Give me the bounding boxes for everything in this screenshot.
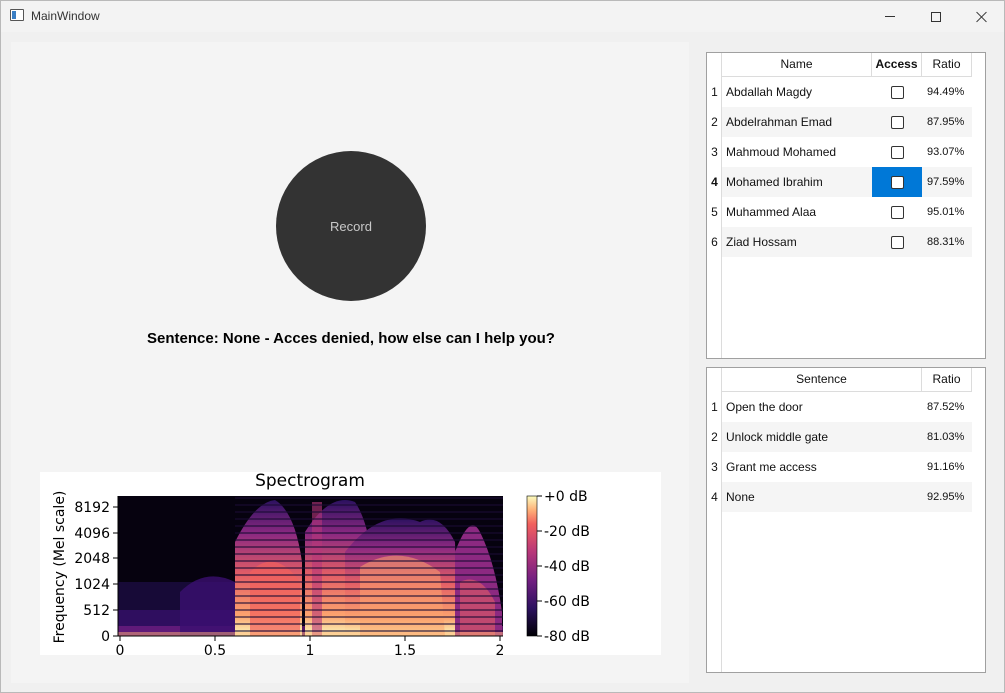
y-tick-label: 0	[101, 629, 110, 645]
title-bar[interactable]: MainWindow	[1, 1, 1004, 32]
access-cell[interactable]	[872, 107, 922, 137]
ratio-cell[interactable]: 95.01%	[922, 197, 972, 227]
ratio-cell[interactable]: 97.59%	[922, 167, 972, 197]
users-table-header: Name Access Ratio	[722, 53, 972, 77]
row-number: 4	[711, 175, 718, 189]
row-number: 2	[711, 430, 718, 444]
x-ticks: 0 0.5 1 1.5 2	[116, 636, 505, 655]
row-number: 5	[711, 205, 718, 219]
column-header-ratio[interactable]: Ratio	[922, 368, 972, 392]
close-button[interactable]	[959, 1, 1005, 32]
row-number: 3	[711, 460, 718, 474]
access-checkbox[interactable]	[890, 175, 904, 189]
minimize-button[interactable]	[867, 1, 913, 32]
ratio-cell[interactable]: 92.95%	[922, 482, 972, 512]
ratio-cell[interactable]: 81.03%	[922, 422, 972, 452]
minimize-icon	[885, 16, 895, 17]
name-cell[interactable]: Abdallah Magdy	[722, 77, 872, 107]
table-row[interactable]: 1 Open the door 87.52%	[707, 392, 972, 422]
left-panel: Record Sentence: None - Acces denied, ho…	[11, 42, 689, 683]
spectrogram-plot: Spectrogram 8192 4096 2048 1024 512 0 0 …	[40, 472, 661, 655]
main-window: MainWindow Record Sentence: None - Acces…	[0, 0, 1005, 693]
sentence-cell[interactable]: Open the door	[722, 392, 922, 422]
access-cell[interactable]	[872, 77, 922, 107]
name-cell[interactable]: Mohamed Ibrahim	[722, 167, 872, 197]
x-tick-label: 2	[496, 643, 505, 655]
x-tick-label: 0.5	[204, 643, 226, 655]
table-row[interactable]: 6 Ziad Hossam 88.31%	[707, 227, 972, 257]
colorbar-ticks: +0 dB -20 dB -40 dB -60 dB -80 dB	[537, 489, 590, 645]
spectrogram-svg: Spectrogram 8192 4096 2048 1024 512 0 0 …	[52, 472, 590, 655]
users-table[interactable]: Name Access Ratio 1 Abdallah Magdy 94.49…	[706, 52, 986, 359]
access-checkbox[interactable]	[890, 145, 904, 159]
window-title: MainWindow	[31, 9, 100, 23]
record-button[interactable]: Record	[276, 151, 426, 301]
ratio-cell[interactable]: 87.52%	[922, 392, 972, 422]
row-number: 6	[711, 235, 718, 249]
name-cell[interactable]: Muhammed Alaa	[722, 197, 872, 227]
table-row[interactable]: 3 Mahmoud Mohamed 93.07%	[707, 137, 972, 167]
maximize-icon	[931, 11, 941, 22]
row-number: 2	[711, 115, 718, 129]
access-checkbox[interactable]	[890, 205, 904, 219]
table-row-selected[interactable]: 4 Mohamed Ibrahim 97.59%	[707, 167, 972, 197]
colorbar-tick-label: -60 dB	[544, 594, 590, 610]
access-checkbox[interactable]	[890, 235, 904, 249]
table-row[interactable]: 2 Unlock middle gate 81.03%	[707, 422, 972, 452]
row-number: 1	[711, 85, 718, 99]
ratio-cell[interactable]: 94.49%	[922, 77, 972, 107]
colorbar-tick-label: -20 dB	[544, 524, 590, 540]
spectrogram-title: Spectrogram	[255, 472, 365, 491]
access-cell-selected[interactable]	[872, 167, 922, 197]
name-cell[interactable]: Abdelrahman Emad	[722, 107, 872, 137]
column-header-sentence[interactable]: Sentence	[722, 368, 922, 392]
y-tick-label: 4096	[74, 526, 110, 542]
colorbar	[526, 495, 538, 637]
y-tick-label: 512	[83, 603, 110, 619]
table-row[interactable]: 5 Muhammed Alaa 95.01%	[707, 197, 972, 227]
spectrogram-image	[118, 496, 503, 636]
column-header-name[interactable]: Name	[722, 53, 872, 77]
ratio-cell[interactable]: 87.95%	[922, 107, 972, 137]
ratio-cell[interactable]: 93.07%	[922, 137, 972, 167]
colorbar-tick-label: -80 dB	[544, 629, 590, 645]
access-checkbox[interactable]	[890, 115, 904, 129]
row-number: 3	[711, 145, 718, 159]
table-row[interactable]: 2 Abdelrahman Emad 87.95%	[707, 107, 972, 137]
table-row[interactable]: 1 Abdallah Magdy 94.49%	[707, 77, 972, 107]
x-tick-label: 0	[116, 643, 125, 655]
y-axis-label: Frequency (Mel scale)	[52, 491, 68, 644]
maximize-button[interactable]	[913, 1, 959, 32]
access-cell[interactable]	[872, 197, 922, 227]
x-tick-label: 1.5	[394, 643, 416, 655]
row-number: 1	[711, 400, 718, 414]
app-icon	[10, 9, 24, 21]
row-number: 4	[711, 490, 718, 504]
ratio-cell[interactable]: 91.16%	[922, 452, 972, 482]
y-tick-label: 2048	[74, 551, 110, 567]
sentence-cell[interactable]: Grant me access	[722, 452, 922, 482]
sentence-cell[interactable]: Unlock middle gate	[722, 422, 922, 452]
sentence-status: Sentence: None - Acces denied, how else …	[147, 330, 555, 347]
ratio-cell[interactable]: 88.31%	[922, 227, 972, 257]
sentences-table-header: Sentence Ratio	[722, 368, 972, 392]
access-cell[interactable]	[872, 227, 922, 257]
sentences-table[interactable]: Sentence Ratio 1 Open the door 87.52% 2 …	[706, 367, 986, 673]
access-cell[interactable]	[872, 137, 922, 167]
colorbar-tick-label: +0 dB	[544, 489, 588, 505]
y-tick-label: 8192	[74, 500, 110, 516]
column-header-access[interactable]: Access	[872, 53, 922, 77]
y-tick-label: 1024	[74, 577, 110, 593]
name-cell[interactable]: Mahmoud Mohamed	[722, 137, 872, 167]
y-ticks: 8192 4096 2048 1024 512 0	[74, 500, 118, 645]
name-cell[interactable]: Ziad Hossam	[722, 227, 872, 257]
colorbar-tick-label: -40 dB	[544, 559, 590, 575]
close-icon	[976, 11, 988, 23]
column-header-ratio[interactable]: Ratio	[922, 53, 972, 77]
sentence-cell[interactable]: None	[722, 482, 922, 512]
table-row[interactable]: 3 Grant me access 91.16%	[707, 452, 972, 482]
x-tick-label: 1	[306, 643, 315, 655]
table-row[interactable]: 4 None 92.95%	[707, 482, 972, 512]
access-checkbox[interactable]	[890, 85, 904, 99]
